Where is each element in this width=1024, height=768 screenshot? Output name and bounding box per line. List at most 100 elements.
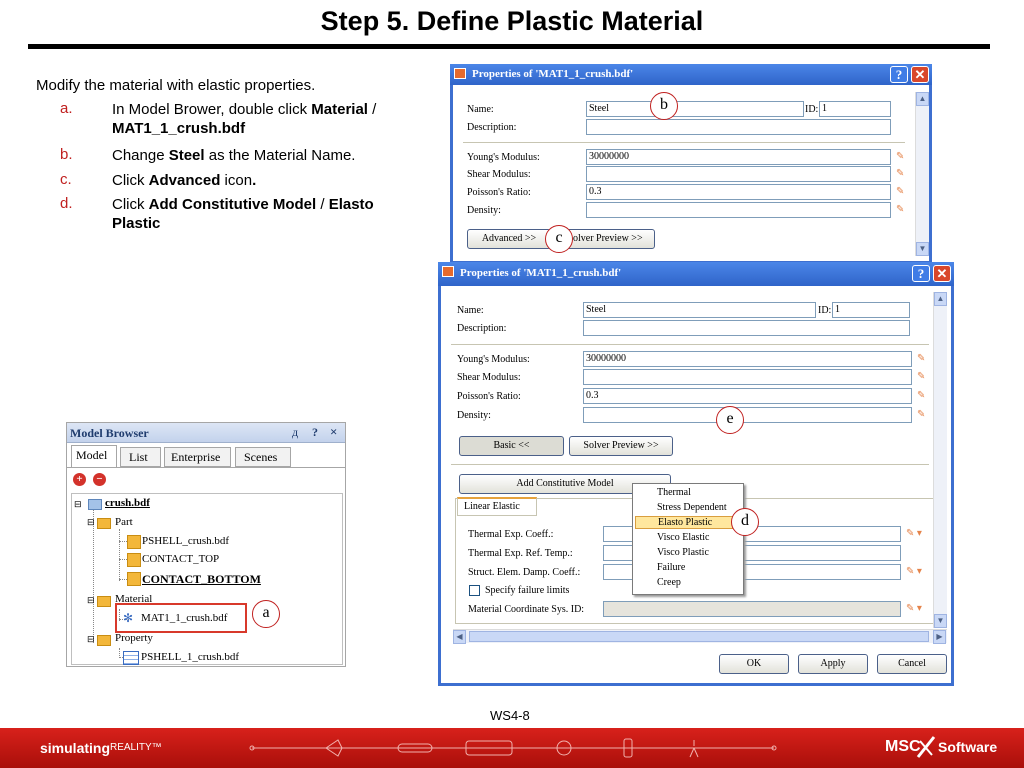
step-text-run: .	[252, 172, 257, 189]
coord-sys-field[interactable]	[603, 601, 901, 617]
callout-b: b	[650, 92, 678, 120]
tab-enterprise[interactable]: Enterprise	[164, 447, 231, 467]
id-label: ID:	[818, 305, 832, 316]
step-text: Change Steel as the Material Name.	[112, 146, 412, 165]
poisson-ratio-field[interactable]: 0.3	[586, 184, 891, 200]
scroll-up-icon[interactable]: ▲	[916, 92, 929, 106]
close-icon[interactable]: ×	[330, 424, 337, 440]
basic-button[interactable]: Basic <<	[459, 436, 564, 456]
add-icon[interactable]: +	[73, 473, 86, 486]
shear-modulus-field[interactable]	[586, 166, 891, 182]
app-icon	[454, 68, 466, 79]
pencil-dropdown-icon[interactable]: ✎ ▾	[906, 603, 922, 614]
tab-list[interactable]: List	[120, 447, 161, 467]
failure-checkbox[interactable]	[469, 585, 480, 596]
menu-item-failure[interactable]: Failure	[657, 562, 685, 573]
help-button[interactable]: ?	[890, 66, 908, 83]
dialog-titlebar: Properties of 'MAT1_1_crush.bdf' ? ✕	[450, 64, 932, 85]
step-letter: c.	[60, 171, 72, 188]
youngs-modulus-label: Young's Modulus:	[457, 354, 530, 365]
pencil-icon[interactable]: ✎	[896, 186, 904, 197]
menu-item-stress-dependent[interactable]: Stress Dependent	[657, 502, 727, 513]
slide-title: Step 5. Define Plastic Material	[320, 6, 704, 36]
pencil-icon[interactable]: ✎	[896, 151, 904, 162]
density-field[interactable]	[586, 202, 891, 218]
pencil-icon[interactable]: ✎	[896, 204, 904, 215]
name-field[interactable]: Steel	[586, 101, 804, 117]
density-field[interactable]	[583, 407, 912, 423]
thermal-ref-temp-label: Thermal Exp. Ref. Temp.:	[468, 548, 573, 559]
slide-intro: Modify the material with elastic propert…	[36, 77, 316, 94]
help-button[interactable]: ?	[912, 265, 930, 282]
horizontal-scrollbar[interactable]: ◀ ▶	[453, 629, 947, 644]
pin-icon[interactable]: д	[292, 425, 298, 440]
step-letter: d.	[60, 195, 73, 212]
id-field[interactable]: 1	[819, 101, 891, 117]
density-label: Density:	[457, 410, 491, 421]
tree-node-property[interactable]: Property	[115, 632, 153, 644]
scroll-right-icon[interactable]: ▶	[933, 630, 946, 644]
struct-damp-label: Struct. Elem. Damp. Coeff.:	[468, 567, 581, 578]
youngs-modulus-field[interactable]: 30000000	[583, 351, 912, 367]
close-icon[interactable]: ✕	[911, 66, 929, 83]
menu-item-visco-elastic[interactable]: Visco Elastic	[657, 532, 709, 543]
collapse-icon[interactable]: ⊟	[74, 499, 82, 510]
youngs-modulus-field[interactable]: 30000000	[586, 149, 891, 165]
scroll-thumb[interactable]	[469, 631, 929, 642]
poisson-ratio-field[interactable]: 0.3	[583, 388, 912, 404]
menu-item-thermal[interactable]: Thermal	[657, 487, 691, 498]
tree-node-part[interactable]: Part	[115, 516, 133, 528]
vertical-scrollbar[interactable]: ▲ ▼	[915, 92, 929, 256]
pencil-dropdown-icon[interactable]: ✎ ▾	[906, 566, 922, 577]
advanced-button[interactable]: Advanced >>	[467, 229, 551, 249]
title-rule	[28, 44, 990, 49]
step-text-run: /	[316, 196, 329, 213]
ok-button[interactable]: OK	[719, 654, 789, 674]
scroll-down-icon[interactable]: ▼	[934, 614, 947, 628]
pencil-icon[interactable]: ✎	[917, 409, 925, 420]
id-field[interactable]: 1	[832, 302, 910, 318]
tab-linear-elastic[interactable]: Linear Elastic	[457, 497, 537, 516]
apply-button[interactable]: Apply	[798, 654, 868, 674]
scroll-down-icon[interactable]: ▼	[916, 242, 929, 256]
pencil-icon[interactable]: ✎	[917, 371, 925, 382]
cancel-button[interactable]: Cancel	[877, 654, 947, 674]
remove-icon[interactable]: −	[93, 473, 106, 486]
step-text-run: MAT1_1_crush.bdf	[112, 120, 246, 137]
tree-node-contact-top[interactable]: CONTACT_TOP	[142, 553, 219, 565]
shear-modulus-field[interactable]	[583, 369, 912, 385]
menu-item-visco-plastic[interactable]: Visco Plastic	[657, 547, 709, 558]
property-icon	[123, 651, 139, 665]
pencil-icon[interactable]: ✎	[896, 168, 904, 179]
tree-node-pshell-property[interactable]: PSHELL_1_crush.bdf	[141, 651, 239, 663]
tree-node-crush-bdf[interactable]: crush.bdf	[105, 497, 150, 509]
description-field[interactable]	[586, 119, 891, 135]
footer-decoration	[249, 738, 777, 758]
close-icon[interactable]: ✕	[933, 265, 951, 282]
collapse-icon[interactable]: ⊟	[87, 595, 95, 606]
vertical-scrollbar[interactable]: ▲ ▼	[933, 292, 947, 628]
scroll-left-icon[interactable]: ◀	[453, 630, 466, 644]
pencil-icon[interactable]: ✎	[917, 353, 925, 364]
callout-c: c	[545, 225, 573, 253]
pencil-icon[interactable]: ✎	[917, 390, 925, 401]
tree-node-contact-bottom[interactable]: CONTACT_BOTTOM	[142, 572, 261, 587]
name-field[interactable]: Steel	[583, 302, 816, 318]
scroll-up-icon[interactable]: ▲	[934, 292, 947, 306]
tab-model[interactable]: Model	[71, 445, 117, 467]
collapse-icon[interactable]: ⊟	[87, 517, 95, 528]
file-icon	[88, 499, 102, 510]
help-icon[interactable]: ?	[312, 425, 318, 440]
solver-preview-button[interactable]: Solver Preview >>	[569, 436, 673, 456]
step-text-run: Click	[112, 196, 149, 213]
menu-item-elasto-plastic[interactable]: Elasto Plastic	[635, 516, 741, 529]
properties-dialog: Properties of 'MAT1_1_crush.bdf' ? ✕ Nam…	[438, 262, 954, 686]
description-field[interactable]	[583, 320, 910, 336]
poisson-ratio-label: Poisson's Ratio:	[457, 391, 521, 402]
menu-item-creep[interactable]: Creep	[657, 577, 681, 588]
model-browser-title: Model Browser	[70, 426, 149, 440]
tree-node-pshell[interactable]: PSHELL_crush.bdf	[142, 535, 229, 547]
pencil-dropdown-icon[interactable]: ✎ ▾	[906, 528, 922, 539]
tab-scenes[interactable]: Scenes	[235, 447, 291, 467]
collapse-icon[interactable]: ⊟	[87, 634, 95, 645]
